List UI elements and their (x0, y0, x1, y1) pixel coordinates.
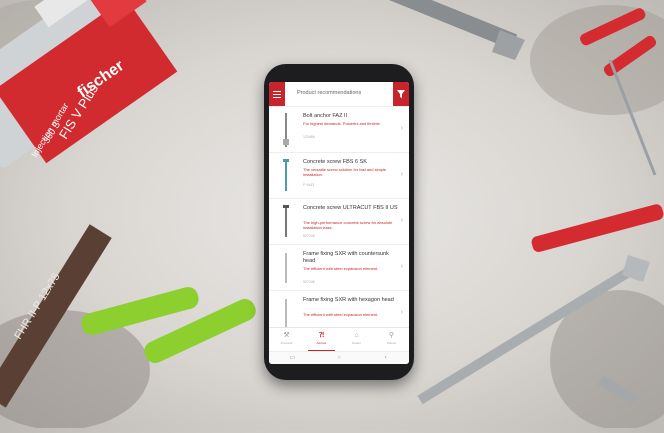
product-list: Bolt anchor FAZ II For highest demands. … (269, 107, 409, 337)
product-description: The high-performance concrete screw for … (303, 220, 393, 230)
tab-advisor[interactable]: ⁈ Advisor (304, 328, 339, 352)
list-item[interactable]: Concrete screw ULTRACUT FBS II US The hi… (269, 199, 409, 245)
top-concrete-screw (362, 0, 525, 60)
product-description: The efficient with steel expansion eleme… (303, 266, 379, 271)
list-item[interactable]: Bolt anchor FAZ II For highest demands. … (269, 107, 409, 153)
home-icon[interactable]: ○ (316, 352, 363, 364)
chevron-right-icon: › (400, 309, 403, 316)
page-title: Product recommendations (297, 90, 362, 96)
product-name: Concrete screw FBS 6 SK (303, 159, 367, 165)
tab-products[interactable]: ⚒ Products (269, 328, 304, 352)
product-code: 527245 (303, 234, 315, 238)
advisor-icon: ⁈ (318, 332, 325, 339)
product-name: Frame fixing SXR with hexagon head (303, 297, 394, 303)
product-description: For highest demands. Powerful and flexib… (303, 121, 381, 126)
system-nav-bar: ▭ ○ ‹ (269, 351, 409, 364)
product-description: The versatile screw solution for fast an… (303, 167, 387, 177)
filter-icon[interactable] (393, 82, 409, 106)
product-code: 123456 (303, 135, 315, 139)
product-name: Concrete screw ULTRACUT FBS II US (303, 205, 398, 211)
product-name: Bolt anchor FAZ II (303, 113, 348, 119)
product-code: 527245 (303, 280, 315, 284)
chevron-right-icon: › (400, 263, 403, 270)
tab-places[interactable]: ⚲ Places (374, 328, 409, 352)
bolt-anchor-icon (283, 113, 289, 147)
bottom-tab-bar: ⚒ Products ⁈ Advisor ⌂ Dealer ⚲ Places (269, 327, 409, 352)
tab-label: Places (386, 341, 396, 345)
tab-dealer[interactable]: ⌂ Dealer (339, 328, 374, 352)
tab-label: Advisor (316, 341, 327, 345)
chevron-right-icon: › (400, 125, 403, 132)
ultracut-screw-icon (283, 205, 289, 237)
app-screen: Product recommendations Bolt anchor FAZ … (269, 82, 409, 364)
chevron-right-icon: › (400, 217, 403, 224)
recent-apps-icon[interactable]: ▭ (269, 352, 316, 364)
tab-label: Products (280, 341, 293, 345)
location-icon: ⚲ (388, 332, 395, 339)
product-code: P 4443 (303, 183, 315, 187)
menu-icon[interactable] (269, 82, 285, 106)
frame-fixing-icon (285, 253, 287, 283)
chevron-right-icon: › (400, 171, 403, 178)
concrete-screw-icon (283, 159, 289, 191)
back-icon[interactable]: ‹ (362, 352, 409, 364)
tab-label: Dealer (352, 341, 361, 345)
frame-fixing-hex-icon (285, 299, 287, 329)
red-plug-right (531, 204, 664, 252)
wrench-icon: ⚒ (283, 332, 290, 339)
smartphone: Product recommendations Bolt anchor FAZ … (264, 64, 414, 380)
product-description: The efficient with steel expansion eleme… (303, 312, 379, 317)
app-header: Product recommendations (269, 82, 409, 107)
list-item[interactable]: Concrete screw FBS 6 SK The versatile sc… (269, 153, 409, 199)
list-item[interactable]: Frame fixing SXR with countersunk head T… (269, 245, 409, 291)
dealer-icon: ⌂ (354, 332, 359, 339)
product-name: Frame fixing SXR with countersunk head (303, 251, 389, 264)
